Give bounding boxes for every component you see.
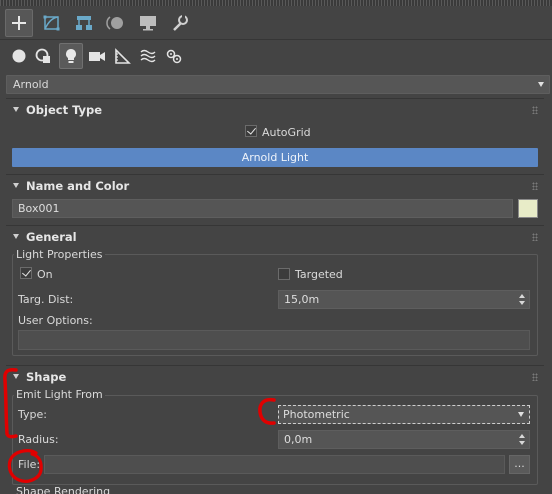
type-dropdown[interactable]: Photometric xyxy=(278,405,530,424)
targeted-label: Targeted xyxy=(295,268,343,281)
create-tab[interactable] xyxy=(5,9,33,37)
divider xyxy=(6,365,544,366)
lights-button[interactable] xyxy=(59,43,83,69)
arnold-light-button[interactable]: Arnold Light xyxy=(12,148,538,167)
object-color-swatch[interactable] xyxy=(518,199,538,218)
object-type-title: Object Type xyxy=(26,103,103,117)
utilities-icon xyxy=(173,15,188,31)
shapes-icon xyxy=(35,48,50,63)
chevron-down-icon xyxy=(538,82,544,87)
type-label: Type: xyxy=(18,408,47,421)
renderer-dropdown[interactable]: Arnold xyxy=(6,75,550,94)
geometry-button[interactable] xyxy=(7,43,31,69)
targ-dist-spinner[interactable]: 15,0m xyxy=(278,290,530,309)
object-name-input[interactable]: Box001 xyxy=(12,199,513,218)
autogrid-label: AutoGrid xyxy=(262,126,311,139)
browse-file-button[interactable]: ... xyxy=(509,455,530,474)
helpers-button[interactable] xyxy=(110,43,134,69)
shape-rendering-label: Shape Rendering xyxy=(16,485,111,494)
hierarchy-tab[interactable] xyxy=(70,9,98,37)
shape-title: Shape xyxy=(26,370,67,384)
lights-icon xyxy=(66,49,76,63)
modify-tab[interactable] xyxy=(38,9,66,37)
motion-tab[interactable] xyxy=(102,9,130,37)
collapse-triangle-icon xyxy=(13,374,19,379)
display-tab[interactable] xyxy=(134,9,162,37)
renderer-dropdown-value: Arnold xyxy=(13,78,49,91)
general-title: General xyxy=(26,230,77,244)
shapes-button[interactable] xyxy=(32,43,56,69)
targeted-checkbox[interactable] xyxy=(278,268,290,280)
divider xyxy=(6,174,544,175)
user-options-input[interactable] xyxy=(18,330,530,350)
object-type-rollout-header[interactable]: Object Type xyxy=(6,101,544,119)
display-icon xyxy=(140,16,156,31)
object-name-value: Box001 xyxy=(18,202,60,215)
cameras-button[interactable] xyxy=(85,43,109,69)
command-panel-tabs xyxy=(0,6,552,40)
divider xyxy=(6,98,544,99)
collapse-triangle-icon xyxy=(13,183,19,188)
type-dropdown-value: Photometric xyxy=(283,408,350,421)
radius-label: Radius: xyxy=(18,433,59,446)
spinner-arrows-icon[interactable] xyxy=(519,434,525,445)
autogrid-checkbox[interactable] xyxy=(245,125,257,137)
space-warps-button[interactable] xyxy=(136,43,160,69)
divider xyxy=(6,225,544,226)
cameras-icon xyxy=(89,52,105,61)
user-options-label: User Options: xyxy=(18,314,93,327)
on-label: On xyxy=(37,268,53,281)
geometry-icon xyxy=(12,49,26,63)
systems-button[interactable] xyxy=(162,43,186,69)
hierarchy-icon xyxy=(76,16,92,30)
motion-icon xyxy=(106,16,123,30)
drag-grip-icon[interactable] xyxy=(532,106,538,114)
on-checkbox[interactable] xyxy=(20,267,32,279)
helpers-icon xyxy=(115,48,131,64)
radius-spinner[interactable]: 0,0m xyxy=(278,430,530,449)
drag-grip-icon[interactable] xyxy=(532,182,538,190)
emit-light-from-label: Emit Light From xyxy=(14,388,105,401)
name-color-rollout-header[interactable]: Name and Color xyxy=(6,177,544,195)
create-icon xyxy=(12,16,26,30)
file-label: File: xyxy=(18,458,41,471)
utilities-tab[interactable] xyxy=(166,9,194,37)
shape-rollout-header[interactable]: Shape xyxy=(6,368,544,386)
general-rollout-header[interactable]: General xyxy=(6,228,544,246)
spinner-arrows-icon[interactable] xyxy=(519,294,525,305)
light-properties-label: Light Properties xyxy=(14,248,105,261)
targ-dist-label: Targ. Dist: xyxy=(18,293,74,306)
modify-icon xyxy=(43,15,60,31)
systems-icon xyxy=(166,49,182,64)
space-warps-icon xyxy=(140,49,156,63)
collapse-triangle-icon xyxy=(13,234,19,239)
name-color-title: Name and Color xyxy=(26,179,130,193)
drag-grip-icon[interactable] xyxy=(532,233,538,241)
file-path-input[interactable] xyxy=(44,455,505,474)
chevron-down-icon xyxy=(518,412,524,417)
radius-value: 0,0m xyxy=(284,433,313,446)
drag-grip-icon[interactable] xyxy=(532,373,538,381)
object-category-bar xyxy=(0,40,552,72)
collapse-triangle-icon xyxy=(13,107,19,112)
targ-dist-value: 15,0m xyxy=(284,293,320,306)
